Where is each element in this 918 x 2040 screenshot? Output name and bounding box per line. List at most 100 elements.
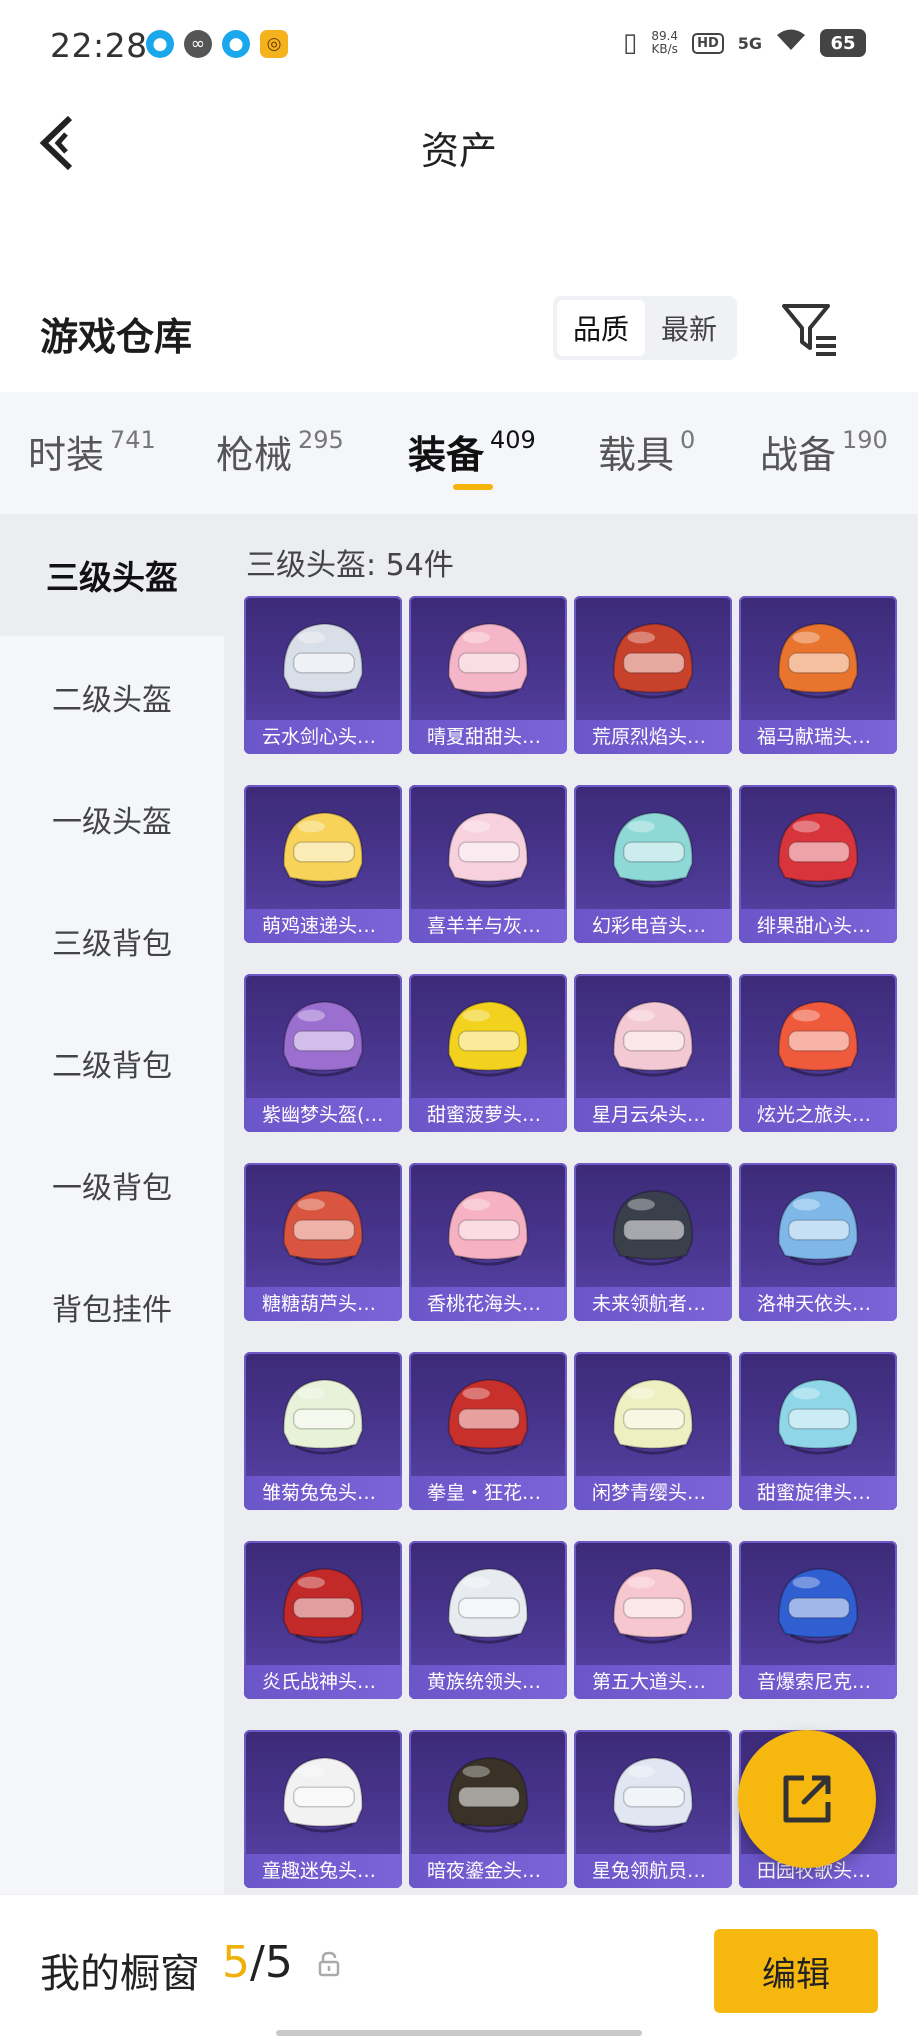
item-name: 未来领航者… <box>574 1287 732 1321</box>
tab-label: 时装 <box>28 433 105 477</box>
item-card[interactable]: 星兔领航员… <box>574 1730 732 1888</box>
item-card[interactable]: 福马献瑞头… <box>739 596 897 754</box>
section-title: 游戏仓库 <box>40 315 193 359</box>
item-card[interactable]: 云水剑心头… <box>244 596 402 754</box>
helmet-icon <box>282 1756 364 1833</box>
item-card[interactable]: 第五大道头… <box>574 1541 732 1699</box>
wifi-icon <box>776 28 806 58</box>
share-button[interactable] <box>738 1730 876 1868</box>
network-type: 5G <box>737 33 762 53</box>
helmet-icon <box>777 811 859 888</box>
category-tabs: 时装 741 枪械 295 装备 409 载具 0 战备 190 <box>0 392 918 514</box>
item-card[interactable]: 糖糖葫芦头… <box>244 1163 402 1321</box>
sidebar-item-backpack-charm[interactable]: 背包挂件 <box>0 1246 224 1368</box>
item-name: 星兔领航员… <box>574 1854 732 1888</box>
item-name: 黄族统领头… <box>409 1665 567 1699</box>
filter-icon <box>782 304 836 356</box>
item-name: 星月云朵头… <box>574 1098 732 1132</box>
helmet-icon <box>612 1189 694 1266</box>
item-panel: 三级头盔: 54件 云水剑心头… 晴夏甜甜头… 荒原烈焰头… 福马献瑞头… 萌鸡速递头…… <box>224 514 918 1894</box>
item-card[interactable]: 甜蜜旋律头… <box>739 1352 897 1510</box>
item-name: 雏菊兔兔头… <box>244 1476 402 1510</box>
item-name: 拳皇・狂花… <box>409 1476 567 1510</box>
helmet-icon <box>447 1567 529 1644</box>
helmet-icon <box>612 1567 694 1644</box>
tab-fashion[interactable]: 时装 741 <box>28 424 156 479</box>
status-indicators: ▯ 89.4 KB/s HD 5G 65 <box>623 28 866 58</box>
item-card[interactable]: 拳皇・狂花… <box>409 1352 567 1510</box>
sidebar-item-level1-backpack[interactable]: 一级背包 <box>0 1124 224 1246</box>
helmet-icon <box>282 811 364 888</box>
camera-app-icon: ◎ <box>260 30 288 58</box>
helmet-icon <box>447 1189 529 1266</box>
item-card[interactable]: 洛神天依头… <box>739 1163 897 1321</box>
item-card[interactable]: 甜蜜菠萝头… <box>409 974 567 1132</box>
item-name: 糖糖葫芦头… <box>244 1287 402 1321</box>
sort-option-quality[interactable]: 品质 <box>557 300 645 356</box>
item-card[interactable]: 雏菊兔兔头… <box>244 1352 402 1510</box>
item-card[interactable]: 香桃花海头… <box>409 1163 567 1321</box>
item-card[interactable]: 黄族统领头… <box>409 1541 567 1699</box>
page-title: 资产 <box>420 129 497 173</box>
item-card[interactable]: 喜羊羊与灰… <box>409 785 567 943</box>
item-card[interactable]: 暗夜鎏金头… <box>409 1730 567 1888</box>
helmet-icon <box>612 622 694 699</box>
item-card[interactable]: 炫光之旅头… <box>739 974 897 1132</box>
tab-combat-supplies[interactable]: 战备 190 <box>760 424 888 479</box>
item-count-label: 三级头盔: 54件 <box>246 548 454 583</box>
item-card[interactable]: 星月云朵头… <box>574 974 732 1132</box>
filter-button[interactable] <box>780 300 840 358</box>
item-card[interactable]: 绯果甜心头… <box>739 785 897 943</box>
edit-button[interactable]: 编辑 <box>714 1929 878 2013</box>
item-name: 闲梦青缨头… <box>574 1476 732 1510</box>
item-card[interactable]: 紫幽梦头盔(… <box>244 974 402 1132</box>
tab-firearms[interactable]: 枪械 295 <box>216 424 344 479</box>
tab-label: 装备 <box>408 433 485 477</box>
item-card[interactable]: 萌鸡速递头… <box>244 785 402 943</box>
item-name: 洛神天依头… <box>739 1287 897 1321</box>
net-speed: 89.4 KB/s <box>651 30 678 56</box>
showcase-total: /5 <box>250 1937 293 1988</box>
helmet-icon <box>282 1189 364 1266</box>
item-card[interactable]: 荒原烈焰头… <box>574 596 732 754</box>
subcategory-sidebar: 三级头盔 二级头盔 一级头盔 三级背包 二级背包 一级背包 背包挂件 <box>0 514 224 1894</box>
sidebar-item-level3-backpack[interactable]: 三级背包 <box>0 880 224 1002</box>
helmet-icon <box>447 1378 529 1455</box>
helmet-icon <box>447 811 529 888</box>
tab-label: 载具 <box>598 433 675 477</box>
item-card[interactable]: 音爆索尼克… <box>739 1541 897 1699</box>
item-card[interactable]: 晴夏甜甜头… <box>409 596 567 754</box>
item-card[interactable]: 童趣迷兔头… <box>244 1730 402 1888</box>
item-name: 香桃花海头… <box>409 1287 567 1321</box>
notification-icons: ● ∞ ● ◎ <box>146 30 288 58</box>
tab-count: 409 <box>490 426 536 454</box>
item-card[interactable]: 闲梦青缨头… <box>574 1352 732 1510</box>
net-speed-unit: KB/s <box>651 42 678 56</box>
item-name: 炫光之旅头… <box>739 1098 897 1132</box>
sidebar-item-level1-helmet[interactable]: 一级头盔 <box>0 758 224 880</box>
sidebar-item-level2-backpack[interactable]: 二级背包 <box>0 1002 224 1124</box>
tab-label: 战备 <box>760 433 837 477</box>
lock-icon <box>318 1951 340 1977</box>
sort-option-newest[interactable]: 最新 <box>645 300 733 356</box>
tab-equipment[interactable]: 装备 409 <box>408 424 536 479</box>
item-name: 暗夜鎏金头… <box>409 1854 567 1888</box>
helmet-icon <box>447 1000 529 1077</box>
helmet-icon <box>282 1567 364 1644</box>
sidebar-item-level3-helmet[interactable]: 三级头盔 <box>0 514 224 636</box>
item-card[interactable]: 未来领航者… <box>574 1163 732 1321</box>
sidebar-item-level2-helmet[interactable]: 二级头盔 <box>0 636 224 758</box>
item-card[interactable]: 幻彩电音头… <box>574 785 732 943</box>
item-name: 童趣迷兔头… <box>244 1854 402 1888</box>
showcase-label: 我的橱窗 <box>40 1951 200 1997</box>
helmet-icon <box>777 1378 859 1455</box>
item-name: 音爆索尼克… <box>739 1665 897 1699</box>
tab-count: 295 <box>298 426 344 454</box>
hd-icon: HD <box>692 32 724 54</box>
net-speed-value: 89.4 <box>651 29 679 43</box>
tab-count: 190 <box>842 426 888 454</box>
item-card[interactable]: 炎氏战神头… <box>244 1541 402 1699</box>
qq-icon-2: ● <box>222 30 250 58</box>
vibrate-icon: ▯ <box>623 28 638 58</box>
tab-vehicles[interactable]: 载具 0 <box>598 424 695 479</box>
